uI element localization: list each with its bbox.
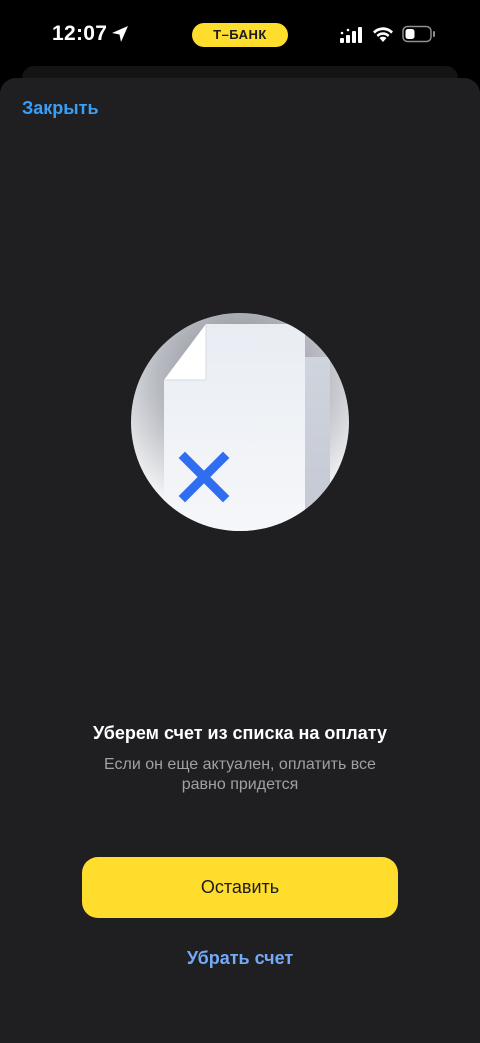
- document-remove-icon: [131, 313, 349, 531]
- sheet-subtitle: Если он еще актуален, оплатить все равно…: [104, 756, 376, 793]
- remove-bill-button[interactable]: Убрать счет: [0, 948, 480, 969]
- keep-button[interactable]: Оставить: [82, 857, 398, 918]
- sheet-title: Уберем счет из списка на оплату: [92, 723, 387, 743]
- cellular-signal-icon: [340, 27, 362, 43]
- status-bar: 12:07 Т–БАНК: [0, 0, 480, 66]
- wifi-icon: [373, 27, 393, 42]
- screen: 12:07 Т–БАНК Закрыть Уберем счет из спис…: [0, 0, 480, 1043]
- bank-badge[interactable]: Т–БАНК: [192, 23, 288, 47]
- close-button[interactable]: Закрыть: [22, 98, 99, 119]
- location-arrow-icon: [112, 26, 128, 42]
- bottom-sheet: Закрыть Уберем счет из списка на оплату …: [0, 78, 480, 1043]
- battery-icon: [402, 25, 435, 43]
- status-time: 12:07: [52, 22, 108, 45]
